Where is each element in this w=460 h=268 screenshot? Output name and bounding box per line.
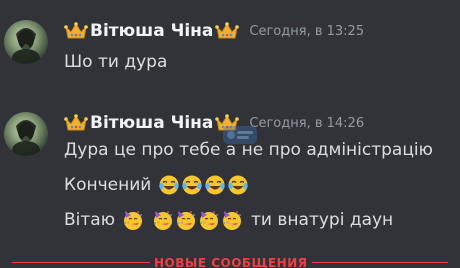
- username[interactable]: Вітюша Чіна: [90, 113, 213, 133]
- chat-message-list: Вітюша Чіна Сегодня, в 13:25 Шо ти дура: [0, 0, 460, 268]
- tears-of-joy-emoji-icon[interactable]: [181, 174, 203, 196]
- emoji-row: [121, 209, 243, 231]
- message-header: Вітюша Чіна Сегодня, в 13:25: [64, 18, 364, 44]
- tears-of-joy-emoji-icon[interactable]: [204, 174, 226, 196]
- partying-face-emoji-icon[interactable]: [122, 209, 144, 231]
- avatar[interactable]: [4, 20, 48, 64]
- tears-of-joy-emoji-icon[interactable]: [227, 174, 249, 196]
- partying-face-emoji-icon[interactable]: [221, 209, 243, 231]
- new-messages-divider: НОВЫЕ СООБЩЕНИЯ: [0, 256, 460, 268]
- crown-icon: [64, 114, 88, 131]
- crown-icon: [64, 22, 88, 39]
- new-messages-label: НОВЫЕ СООБЩЕНИЯ: [150, 256, 312, 268]
- message-timestamp[interactable]: Сегодня, в 14:26: [249, 116, 364, 131]
- partying-face-emoji-icon[interactable]: [175, 209, 197, 231]
- message-line: Вітаю ти внатурі даун: [64, 208, 393, 232]
- message-text: ти внатурі даун: [251, 210, 394, 230]
- message-text: Шо ти дура: [64, 52, 168, 72]
- emoji-row: [157, 174, 249, 196]
- message-text: Кончений: [64, 175, 152, 195]
- message-text: Вітаю: [64, 210, 116, 230]
- crown-icon: [215, 22, 240, 39]
- message-header: Вітюша Чіна Сегодня, в 14:26: [64, 110, 364, 136]
- message-line: Кончений: [64, 173, 249, 197]
- username[interactable]: Вітюша Чіна: [90, 21, 213, 41]
- partying-face-emoji-icon[interactable]: [152, 209, 174, 231]
- tears-of-joy-emoji-icon[interactable]: [158, 174, 180, 196]
- partying-face-emoji-icon[interactable]: [198, 209, 220, 231]
- avatar[interactable]: [4, 112, 48, 156]
- watermark-logo: [223, 126, 257, 144]
- message-timestamp[interactable]: Сегодня, в 13:25: [249, 24, 364, 39]
